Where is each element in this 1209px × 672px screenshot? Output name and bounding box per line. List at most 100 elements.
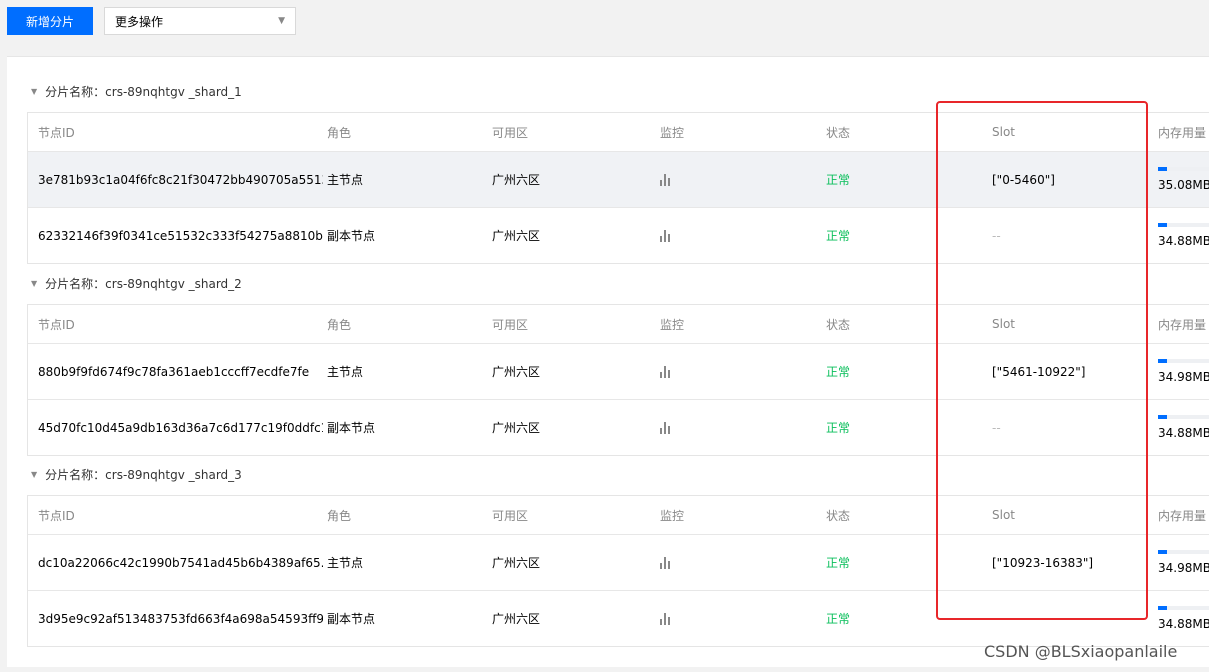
table-header: 节点ID 角色 可用区 监控 状态 Slot 内存用量 — [28, 305, 1209, 343]
node-slot: -- — [992, 228, 1001, 243]
monitor-cell — [660, 535, 670, 590]
node-slot: -- — [992, 611, 1001, 626]
table-row[interactable]: 45d70fc10d45a9db163d36a7c6d177c19f0ddfc1… — [28, 399, 1209, 455]
collapse-triangle-icon: ▼ — [31, 469, 38, 479]
node-slot: -- — [992, 420, 1001, 435]
monitor-cell — [660, 208, 670, 263]
col-memory: 内存用量 — [1158, 508, 1207, 523]
shard-name: 分片名称：crs-89nqhtgv _shard_1 — [45, 84, 242, 99]
more-actions-select[interactable]: 更多操作 ▼ — [104, 7, 296, 35]
bar-chart-icon[interactable] — [660, 612, 670, 625]
memory-usage-bar — [1158, 606, 1209, 610]
table-header: 节点ID 角色 可用区 监控 状态 Slot 内存用量 — [28, 496, 1209, 534]
node-role: 主节点 — [327, 365, 364, 379]
node-table: 节点ID 角色 可用区 监控 状态 Slot 内存用量 dc10a22066c4… — [27, 495, 1209, 647]
node-table: 节点ID 角色 可用区 监控 状态 Slot 内存用量 3e781b93c1a0… — [27, 112, 1209, 264]
node-id: 880b9f9fd674f9c78fa361aeb1cccff7ecdfe7fe — [38, 364, 310, 379]
shard-group-title[interactable]: ▼ 分片名称：crs-89nqhtgv _shard_1 — [31, 81, 242, 101]
node-status: 正常 — [826, 173, 851, 187]
node-status: 正常 — [826, 421, 851, 435]
node-zone: 广州六区 — [492, 612, 541, 626]
add-shard-button[interactable]: 新增分片 — [7, 7, 93, 35]
shard-name: 分片名称：crs-89nqhtgv _shard_3 — [45, 467, 242, 482]
bar-chart-icon[interactable] — [660, 173, 670, 186]
table-row[interactable]: dc10a22066c42c1990b7541ad45b6b4389af65..… — [28, 534, 1209, 590]
watermark: CSDN @BLSxiaopanlaile — [984, 642, 1178, 661]
shard-group-title[interactable]: ▼ 分片名称：crs-89nqhtgv _shard_3 — [31, 464, 242, 484]
col-slot: Slot — [992, 125, 1015, 139]
col-role: 角色 — [327, 125, 352, 140]
table-row[interactable]: 62332146f39f0341ce51532c333f54275a8810b1… — [28, 207, 1209, 263]
col-role: 角色 — [327, 317, 352, 332]
memory-cell: 34.88MB — [1158, 208, 1209, 263]
node-zone: 广州六区 — [492, 365, 541, 379]
monitor-cell — [660, 591, 670, 646]
node-slot: ["10923-16383"] — [992, 555, 1094, 570]
col-zone: 可用区 — [492, 125, 529, 140]
bar-chart-icon[interactable] — [660, 229, 670, 242]
col-monitor: 监控 — [660, 508, 685, 523]
table-header: 节点ID 角色 可用区 监控 状态 Slot 内存用量 — [28, 113, 1209, 151]
col-status: 状态 — [826, 125, 851, 140]
node-role: 副本节点 — [327, 229, 376, 243]
node-role: 主节点 — [327, 173, 364, 187]
memory-value: 34.98MB — [1158, 561, 1209, 575]
memory-cell: 34.98MB — [1158, 344, 1209, 399]
memory-value: 35.08MB — [1158, 178, 1209, 192]
table-row[interactable]: 3e781b93c1a04f6fc8c21f30472bb490705a5513… — [28, 151, 1209, 207]
node-role: 副本节点 — [327, 612, 376, 626]
node-role: 副本节点 — [327, 421, 376, 435]
node-table: 节点ID 角色 可用区 监控 状态 Slot 内存用量 880b9f9fd674… — [27, 304, 1209, 456]
bar-chart-icon[interactable] — [660, 421, 670, 434]
col-monitor: 监控 — [660, 317, 685, 332]
node-zone: 广州六区 — [492, 556, 541, 570]
node-id: 3d95e9c92af513483753fd663f4a698a54593ff9 — [38, 611, 323, 626]
memory-usage-bar — [1158, 415, 1209, 419]
table-row[interactable]: 880b9f9fd674f9c78fa361aeb1cccff7ecdfe7fe… — [28, 343, 1209, 399]
node-zone: 广州六区 — [492, 229, 541, 243]
memory-value: 34.88MB — [1158, 426, 1209, 440]
bar-chart-icon[interactable] — [660, 556, 670, 569]
memory-cell: 35.08MB — [1158, 152, 1209, 207]
node-status: 正常 — [826, 556, 851, 570]
memory-cell: 34.98MB — [1158, 535, 1209, 590]
memory-value: 34.88MB — [1158, 617, 1209, 631]
col-status: 状态 — [826, 508, 851, 523]
monitor-cell — [660, 152, 670, 207]
node-zone: 广州六区 — [492, 173, 541, 187]
more-actions-label: 更多操作 — [115, 14, 164, 29]
node-id: 45d70fc10d45a9db163d36a7c6d177c19f0ddfc1 — [38, 420, 323, 435]
node-id: 62332146f39f0341ce51532c333f54275a8810b1 — [38, 228, 323, 243]
col-slot: Slot — [992, 508, 1015, 522]
col-memory: 内存用量 — [1158, 125, 1207, 140]
node-zone: 广州六区 — [492, 421, 541, 435]
shard-name: 分片名称：crs-89nqhtgv _shard_2 — [45, 276, 242, 291]
node-role: 主节点 — [327, 556, 364, 570]
node-status: 正常 — [826, 612, 851, 626]
col-zone: 可用区 — [492, 317, 529, 332]
node-slot: ["5461-10922"] — [992, 364, 1086, 379]
shard-group-title[interactable]: ▼ 分片名称：crs-89nqhtgv _shard_2 — [31, 273, 242, 293]
col-node-id: 节点ID — [38, 317, 75, 332]
col-node-id: 节点ID — [38, 508, 75, 523]
memory-value: 34.88MB — [1158, 234, 1209, 248]
node-id: dc10a22066c42c1990b7541ad45b6b4389af65..… — [38, 555, 323, 570]
monitor-cell — [660, 400, 670, 455]
col-zone: 可用区 — [492, 508, 529, 523]
node-status: 正常 — [826, 365, 851, 379]
bar-chart-icon[interactable] — [660, 365, 670, 378]
col-node-id: 节点ID — [38, 125, 75, 140]
col-role: 角色 — [327, 508, 352, 523]
col-memory: 内存用量 — [1158, 317, 1207, 332]
shard-list-panel: ▼ 分片名称：crs-89nqhtgv _shard_1 节点ID 角色 可用区… — [7, 56, 1209, 667]
node-slot: ["0-5460"] — [992, 172, 1055, 187]
collapse-triangle-icon: ▼ — [31, 86, 38, 96]
col-monitor: 监控 — [660, 125, 685, 140]
memory-usage-bar — [1158, 359, 1209, 363]
chevron-down-icon: ▼ — [278, 16, 285, 26]
memory-usage-bar — [1158, 223, 1209, 227]
collapse-triangle-icon: ▼ — [31, 278, 38, 288]
table-row[interactable]: 3d95e9c92af513483753fd663f4a698a54593ff9… — [28, 590, 1209, 646]
monitor-cell — [660, 344, 670, 399]
memory-value: 34.98MB — [1158, 370, 1209, 384]
